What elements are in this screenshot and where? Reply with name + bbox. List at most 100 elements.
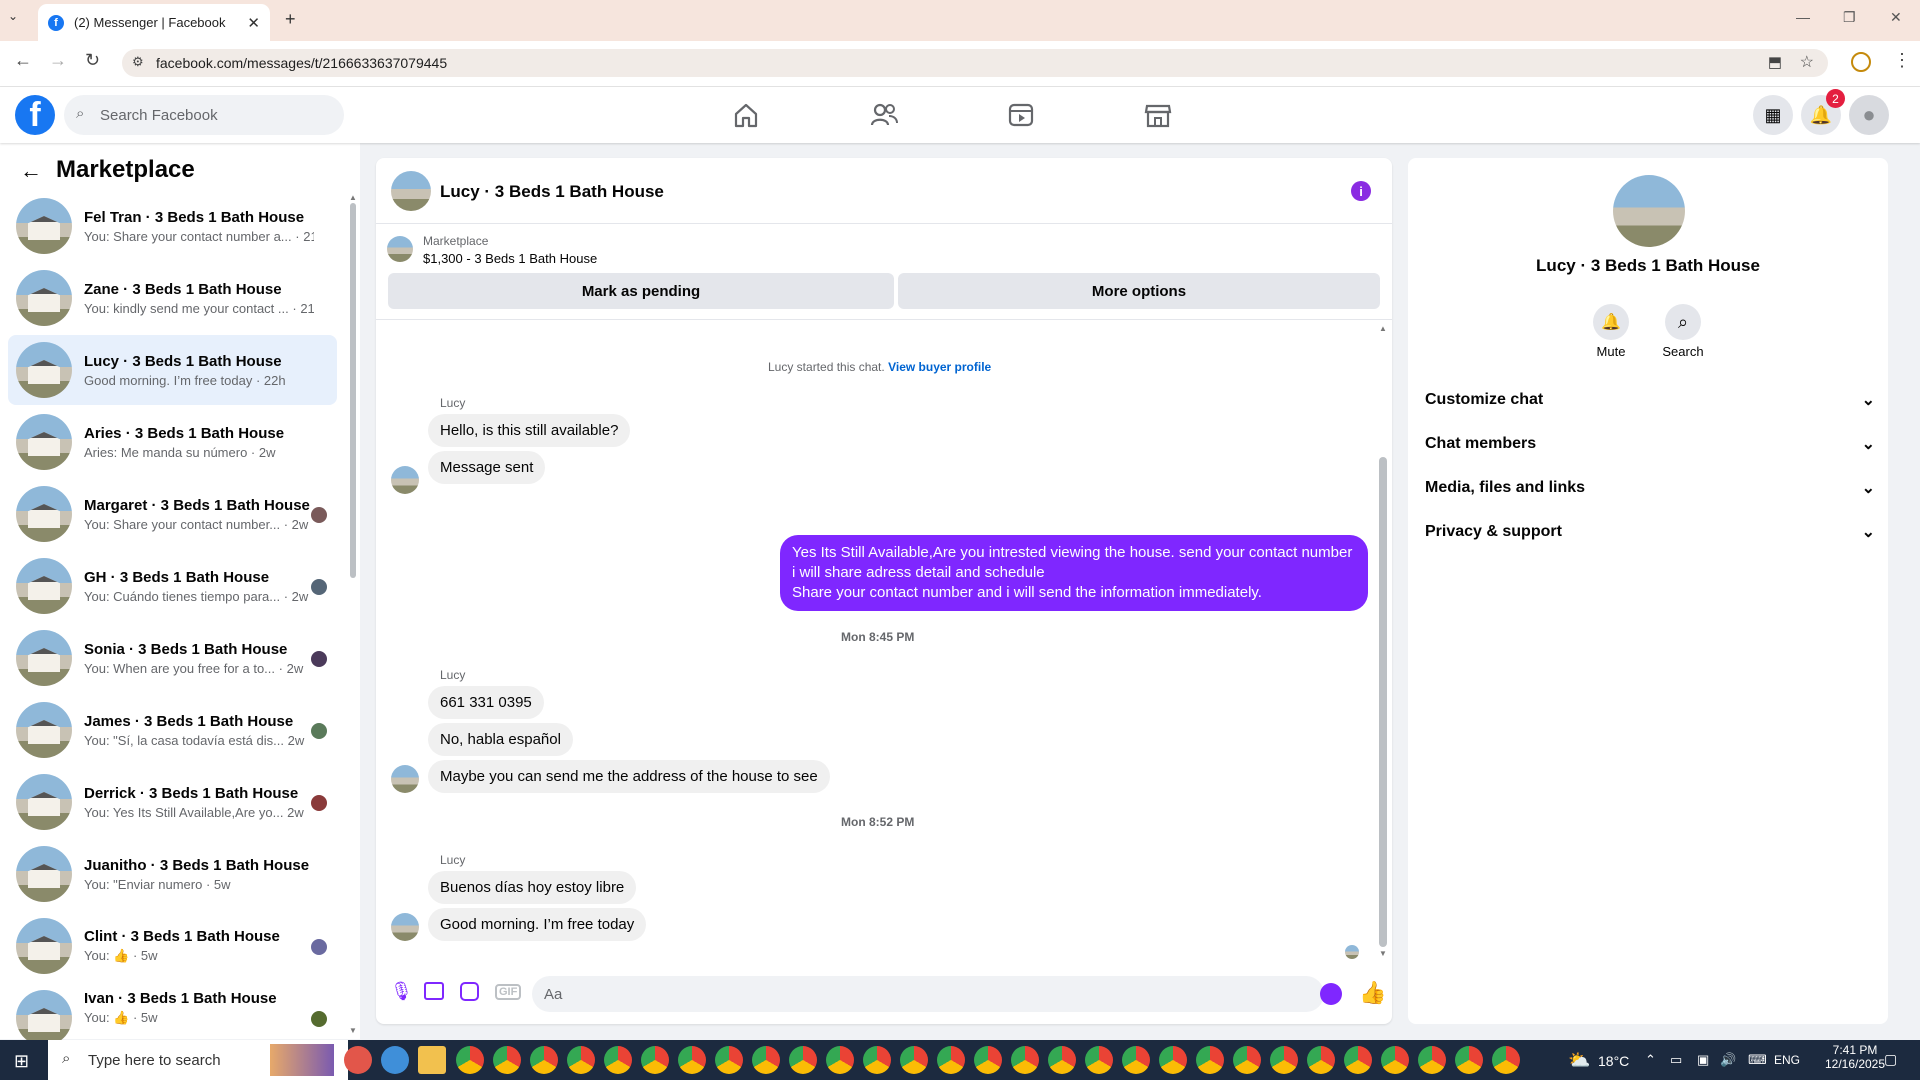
browser-tab[interactable]: f (2) Messenger | Facebook ✕ — [38, 4, 270, 41]
chrome-taskbar-icon[interactable] — [567, 1046, 595, 1074]
gif-icon[interactable]: GIF — [495, 984, 522, 1000]
facebook-search-input[interactable]: ⌕ Search Facebook — [64, 95, 344, 135]
conversation-item[interactable]: GH · 3 Beds 1 Bath House You: Cuándo tien… — [8, 551, 337, 621]
search-conversation-button[interactable]: ⌕ — [1665, 304, 1701, 340]
chrome-taskbar-icon[interactable] — [1455, 1046, 1483, 1074]
chrome-taskbar-icon[interactable] — [456, 1046, 484, 1074]
privacy-support-item[interactable]: Privacy & support ⌄ — [1425, 512, 1875, 552]
home-icon[interactable] — [731, 100, 761, 130]
chrome-taskbar-icon[interactable] — [1270, 1046, 1298, 1074]
chrome-taskbar-icon[interactable] — [1048, 1046, 1076, 1074]
bookmark-star-icon[interactable]: ☆ — [1800, 52, 1814, 72]
tray-battery-icon[interactable]: ▣ — [1697, 1052, 1709, 1068]
chrome-taskbar-icon[interactable] — [1011, 1046, 1039, 1074]
back-arrow-icon[interactable]: ← — [20, 158, 42, 184]
weather-temp[interactable]: 18°C — [1598, 1053, 1629, 1069]
more-options-button[interactable]: More options — [898, 273, 1380, 309]
video-icon[interactable] — [1006, 100, 1036, 130]
tab-list-icon[interactable]: ⌄ — [8, 9, 18, 23]
outgoing-message[interactable]: Yes Its Still Available,Are you intreste… — [780, 535, 1368, 611]
weather-icon[interactable]: ⛅ — [1568, 1050, 1590, 1071]
file-explorer-icon[interactable] — [418, 1046, 446, 1074]
microphone-icon[interactable]: 🎙 — [390, 981, 413, 1002]
site-info-icon[interactable]: ⚙ — [132, 54, 144, 70]
conversation-item[interactable]: Fel Tran · 3 Beds 1 Bath House You: Share… — [8, 191, 337, 261]
incoming-message[interactable]: Good morning. I’m free today — [428, 908, 647, 941]
conversation-item[interactable]: Ivan · 3 Beds 1 Bath House You: 👍 · 5w — [8, 983, 337, 1046]
listing-thumbnail[interactable] — [387, 236, 413, 262]
customize-chat-item[interactable]: Customize chat ⌄ — [1425, 380, 1875, 420]
marketplace-icon[interactable] — [1143, 100, 1173, 130]
incoming-message[interactable]: Message sent — [428, 451, 546, 484]
reload-icon[interactable]: ↻ — [85, 50, 100, 71]
chrome-taskbar-icon[interactable] — [789, 1046, 817, 1074]
info-icon[interactable]: i — [1351, 181, 1371, 201]
incoming-message[interactable]: Hello, is this still available? — [428, 414, 631, 447]
scroll-down-icon[interactable]: ▼ — [1379, 949, 1387, 958]
notification-center-icon[interactable]: ▢ — [1884, 1051, 1897, 1068]
view-buyer-profile-link[interactable]: View buyer profile — [888, 360, 991, 374]
conversation-item[interactable]: Aries · 3 Beds 1 Bath House Aries: Me man… — [8, 407, 337, 477]
keyboard-icon[interactable]: ⌨ — [1748, 1052, 1767, 1068]
emoji-icon[interactable] — [1320, 983, 1342, 1005]
close-tab-icon[interactable]: ✕ — [247, 14, 260, 32]
back-icon[interactable]: ← — [14, 50, 32, 71]
incoming-message[interactable]: No, habla español — [428, 723, 573, 756]
address-bar[interactable]: ⚙ facebook.com/messages/t/21666336370794… — [122, 49, 1828, 77]
account-avatar[interactable]: ● — [1849, 95, 1889, 135]
chat-avatar[interactable] — [391, 171, 431, 211]
friends-icon[interactable] — [869, 100, 899, 130]
scroll-down-icon[interactable]: ▼ — [349, 1026, 357, 1035]
chrome-taskbar-icon[interactable] — [1233, 1046, 1261, 1074]
conversation-item[interactable]: Derrick · 3 Beds 1 Bath House You: Yes It… — [8, 767, 337, 837]
chrome-taskbar-icon[interactable] — [826, 1046, 854, 1074]
chrome-taskbar-icon[interactable] — [1159, 1046, 1187, 1074]
chrome-taskbar-icon[interactable] — [1344, 1046, 1372, 1074]
chrome-taskbar-icon[interactable] — [678, 1046, 706, 1074]
facebook-logo-icon[interactable]: f — [15, 95, 55, 135]
sender-avatar[interactable] — [391, 466, 419, 494]
taskbar-app-icon[interactable] — [381, 1046, 409, 1074]
chrome-taskbar-icon[interactable] — [1418, 1046, 1446, 1074]
chrome-taskbar-icon[interactable] — [530, 1046, 558, 1074]
listing-price[interactable]: $1,300 - 3 Beds 1 Bath House — [423, 251, 597, 266]
restore-icon[interactable]: ❐ — [1843, 9, 1856, 26]
tray-chevron-icon[interactable]: ⌃ — [1645, 1052, 1656, 1068]
conversation-item[interactable]: Clint · 3 Beds 1 Bath House You: 👍 · 5w — [8, 911, 337, 981]
chrome-taskbar-icon[interactable] — [937, 1046, 965, 1074]
chrome-taskbar-icon[interactable] — [604, 1046, 632, 1074]
photo-icon[interactable] — [424, 982, 444, 1000]
conversation-item-active[interactable]: Lucy · 3 Beds 1 Bath House Good morning. … — [8, 335, 337, 405]
language-indicator[interactable]: ENG — [1774, 1053, 1800, 1067]
taskbar-app-icon[interactable] — [344, 1046, 372, 1074]
conversation-item[interactable]: Sonia · 3 Beds 1 Bath House You: When are… — [8, 623, 337, 693]
chat-title[interactable]: Lucy · 3 Beds 1 Bath House — [440, 182, 664, 202]
scroll-up-icon[interactable]: ▲ — [1379, 324, 1387, 333]
clock[interactable]: 7:41 PM 12/16/2025 — [1820, 1043, 1890, 1071]
chrome-taskbar-icon[interactable] — [752, 1046, 780, 1074]
browser-menu-icon[interactable]: ⋮ — [1893, 50, 1911, 71]
chrome-taskbar-icon[interactable] — [1381, 1046, 1409, 1074]
conversation-item[interactable]: Margaret · 3 Beds 1 Bath House You: Share… — [8, 479, 337, 549]
sidebar-scrollbar[interactable] — [350, 203, 356, 578]
chrome-taskbar-icon[interactable] — [1307, 1046, 1335, 1074]
message-input[interactable]: Aa — [532, 976, 1324, 1012]
chrome-taskbar-icon[interactable] — [715, 1046, 743, 1074]
volume-icon[interactable]: 🔊 — [1720, 1052, 1736, 1068]
chrome-taskbar-icon[interactable] — [1492, 1046, 1520, 1074]
chrome-taskbar-icon[interactable] — [1085, 1046, 1113, 1074]
mark-as-pending-button[interactable]: Mark as pending — [388, 273, 894, 309]
chrome-taskbar-icon[interactable] — [1196, 1046, 1224, 1074]
windows-start-icon[interactable]: ⊞ — [14, 1051, 29, 1072]
tray-network-icon[interactable]: ▭ — [1670, 1052, 1682, 1068]
incoming-message[interactable]: 661 331 0395 — [428, 686, 544, 719]
close-window-icon[interactable]: ✕ — [1890, 9, 1902, 26]
conversation-item[interactable]: Juanitho · 3 Beds 1 Bath House You: "Envi… — [8, 839, 337, 909]
conversation-item[interactable]: Zane · 3 Beds 1 Bath House You: kindly se… — [8, 263, 337, 333]
incoming-message[interactable]: Buenos días hoy estoy libre — [428, 871, 637, 904]
minimize-icon[interactable]: — — [1796, 9, 1810, 25]
profile-icon[interactable] — [1851, 52, 1871, 72]
sticker-icon[interactable] — [460, 982, 479, 1001]
chat-scrollbar[interactable] — [1379, 457, 1387, 947]
chrome-taskbar-icon[interactable] — [900, 1046, 928, 1074]
